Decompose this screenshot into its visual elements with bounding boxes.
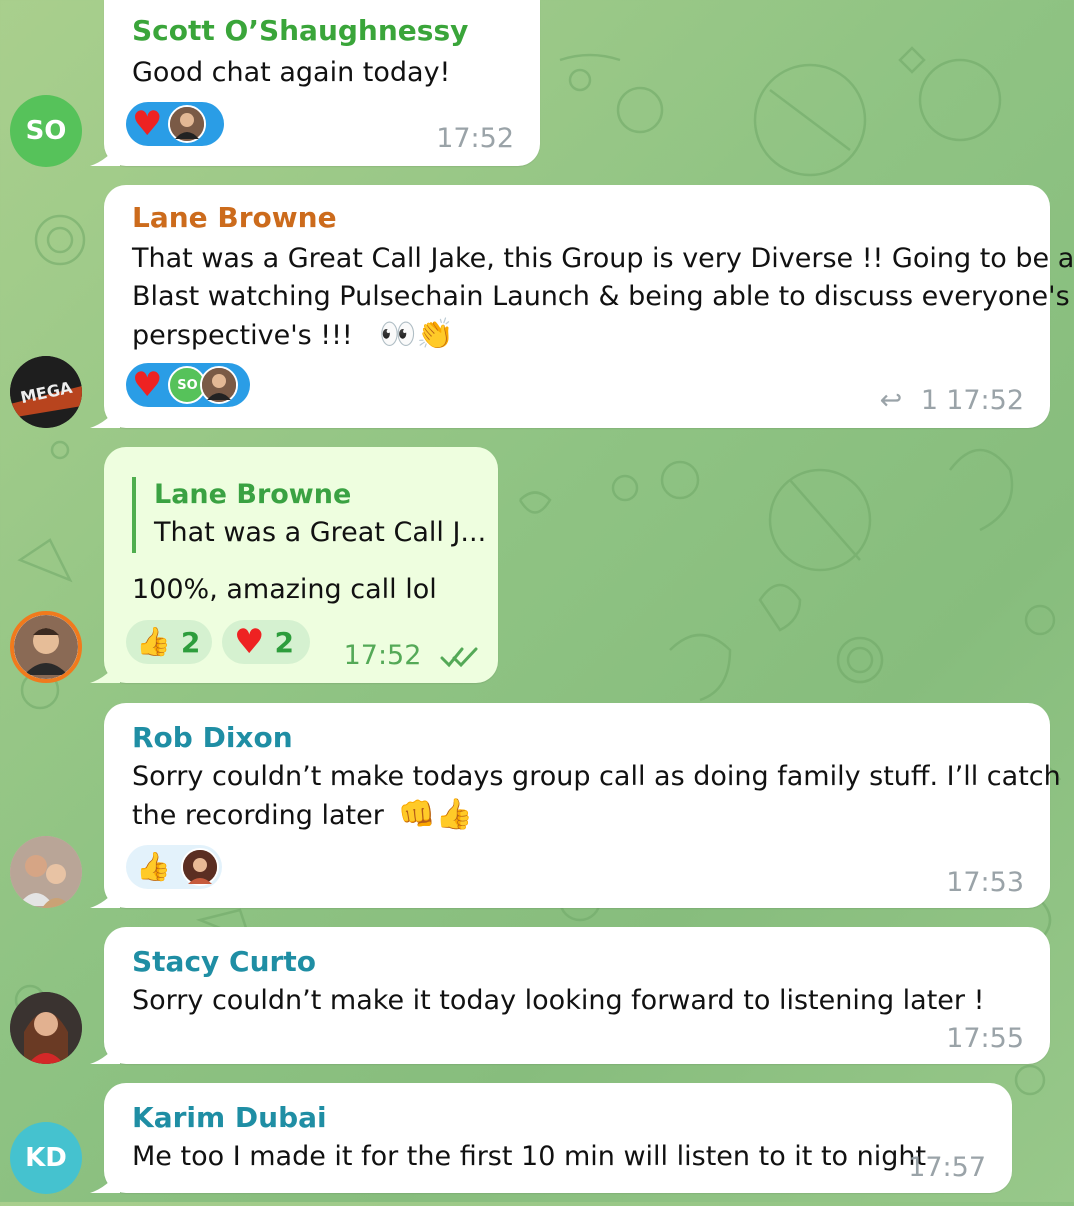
- message-line-1: That was a Great Call Jake, this Group i…: [132, 243, 1074, 274]
- double-check-icon: [440, 647, 478, 667]
- avatar-scott[interactable]: SO: [10, 95, 82, 167]
- message-text: Good chat again today!: [132, 57, 451, 88]
- reactor-avatar: [180, 848, 219, 886]
- message-bubble-scott[interactable]: Scott O’Shaughnessy Good chat again toda…: [90, 0, 540, 166]
- sender-name[interactable]: Karim Dubai: [132, 1101, 327, 1134]
- message-text: 100%, amazing call lol: [132, 574, 437, 605]
- fist-thumbs-emoji: 👊👍: [398, 797, 474, 832]
- message-time: 17:53: [946, 867, 1024, 898]
- sender-name[interactable]: Scott O’Shaughnessy: [132, 14, 468, 47]
- message-line-3-text: perspective's !!!: [132, 320, 353, 351]
- avatar-stacy[interactable]: [10, 992, 82, 1064]
- message-time: 17:52: [436, 123, 514, 154]
- message-line-3: perspective's !!! 👀👏: [132, 316, 454, 355]
- reactor-avatar: [200, 366, 239, 404]
- mega-logo-avatar: MEGA: [10, 356, 82, 428]
- avatar-self[interactable]: [10, 611, 82, 683]
- message-bubble-rob[interactable]: Rob Dixon Sorry couldn’t make todays gro…: [90, 703, 1061, 908]
- avatar-initials: KD: [25, 1143, 67, 1173]
- message-bubble-lane[interactable]: Lane Browne That was a Great Call Jake, …: [90, 185, 1074, 428]
- thumbs-up-icon: 👍: [136, 850, 171, 883]
- message-line-2: the recording later 👊👍: [132, 796, 473, 835]
- reaction-count: 2: [180, 625, 201, 659]
- eyes-clap-emoji: 👀👏: [379, 317, 455, 352]
- thumbs-up-icon: 👍: [136, 625, 171, 658]
- message-text: Sorry couldn’t make it today looking for…: [132, 985, 985, 1016]
- message-bubble-self[interactable]: Lane Browne That was a Great Call J... 1…: [90, 447, 498, 683]
- self-avatar-photo: [14, 615, 78, 679]
- avatar-lane[interactable]: MEGA: [10, 356, 82, 428]
- reply-count: 1: [920, 385, 938, 416]
- quoted-message[interactable]: Lane Browne That was a Great Call J...: [132, 477, 486, 553]
- avatar-karim[interactable]: KD: [10, 1122, 82, 1194]
- avatar-initials: SO: [25, 116, 67, 146]
- sender-name[interactable]: Rob Dixon: [132, 721, 293, 754]
- heart-icon: ♥: [132, 104, 163, 144]
- message-time: 17:52: [344, 640, 480, 671]
- reaction-thumbs-up[interactable]: 👍: [126, 845, 222, 889]
- message-bubble-stacy[interactable]: Stacy Curto Sorry couldn’t make it today…: [90, 927, 1050, 1064]
- bubble-tail: [90, 1040, 120, 1064]
- message-line-2-text: the recording later: [132, 800, 384, 831]
- quoted-text: That was a Great Call J...: [154, 517, 487, 548]
- message-time: 17:52: [946, 385, 1024, 416]
- message-bubble-karim[interactable]: Karim Dubai Me too I made it for the fir…: [90, 1083, 1012, 1193]
- bubble-tail: [90, 404, 120, 428]
- quoted-sender: Lane Browne: [154, 479, 352, 510]
- bubble-tail: [90, 884, 120, 908]
- message-line-1: Sorry couldn’t make todays group call as…: [132, 761, 1061, 792]
- reactor-avatar: [168, 105, 207, 143]
- reply-arrow-icon: ↩: [879, 385, 903, 416]
- reaction-thumbs-up[interactable]: 👍 2: [126, 620, 212, 664]
- reaction-heart[interactable]: ♥ SO: [126, 363, 250, 407]
- message-time: 17:55: [946, 1023, 1024, 1054]
- reaction-count: 2: [274, 625, 294, 659]
- heart-icon: ♥: [234, 622, 265, 662]
- reaction-heart[interactable]: ♥: [126, 102, 224, 146]
- message-line-2: Blast watching Pulsechain Launch & being…: [132, 281, 1070, 312]
- rob-avatar-photo: [10, 836, 82, 908]
- bubble-tail: [90, 1169, 120, 1193]
- heart-icon: ♥: [132, 365, 163, 405]
- bubble-tail: [90, 659, 120, 683]
- bubble-tail: [90, 142, 120, 166]
- avatar-rob[interactable]: [10, 836, 82, 908]
- sender-name[interactable]: Lane Browne: [132, 201, 337, 234]
- message-time: 17:57: [908, 1152, 986, 1183]
- sender-name[interactable]: Stacy Curto: [132, 945, 316, 978]
- message-time-value: 17:52: [343, 640, 422, 671]
- stacy-avatar-photo: [10, 992, 82, 1064]
- reply-indicator[interactable]: ↩ 1: [880, 385, 938, 416]
- message-text: Me too I made it for the first 10 min wi…: [132, 1141, 927, 1172]
- reaction-heart[interactable]: ♥ 2: [222, 620, 310, 664]
